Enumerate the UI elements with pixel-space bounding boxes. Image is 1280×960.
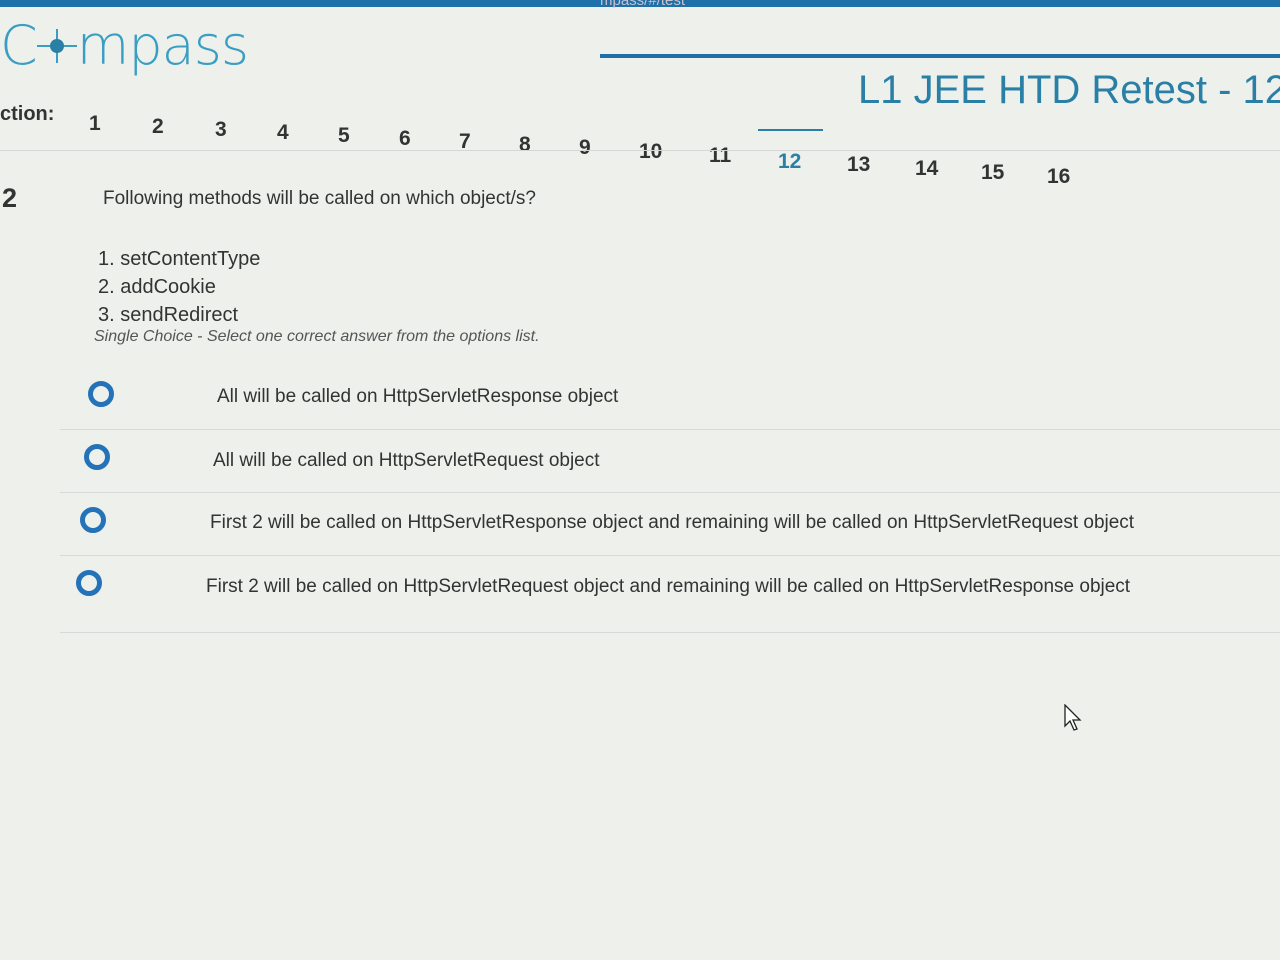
question-link-11[interactable]: 11	[709, 144, 731, 168]
logo-text: mpass	[76, 14, 249, 77]
answer-option-2[interactable]: All will be called on HttpServletRequest…	[0, 430, 1280, 493]
active-question-underline	[758, 129, 823, 131]
radio-button-icon[interactable]	[84, 444, 110, 470]
url-fragment: mpass/#/test	[600, 0, 686, 9]
question-link-9[interactable]: 9	[579, 136, 591, 160]
radio-button-icon[interactable]	[80, 507, 106, 533]
question-number: 2	[2, 183, 18, 213]
question-text: Following methods will be called on whic…	[103, 188, 537, 209]
radio-button-icon[interactable]	[88, 381, 114, 407]
method-item-3: 3. sendRedirect	[98, 304, 239, 326]
answer-option-1[interactable]: All will be called on HttpServletRespons…	[0, 368, 1280, 430]
question-link-12[interactable]: 12	[778, 150, 801, 174]
question-link-4[interactable]: 4	[277, 121, 289, 145]
method-item-1: 1. setContentType	[98, 248, 261, 270]
method-list: 1. setContentType 2. addCookie 3. sendRe…	[98, 245, 260, 329]
question-link-2[interactable]: 2	[152, 115, 164, 139]
question-link-6[interactable]: 6	[399, 127, 411, 151]
question-link-5[interactable]: 5	[338, 124, 350, 148]
question-link-10[interactable]: 10	[639, 140, 662, 164]
answer-instruction: Single Choice - Select one correct answe…	[94, 328, 540, 345]
compass-icon	[36, 28, 77, 63]
question-link-8[interactable]: 8	[519, 133, 531, 157]
method-item-2: 2. addCookie	[98, 276, 216, 298]
answer-option-3[interactable]: First 2 will be called on HttpServletRes…	[0, 493, 1280, 556]
question-link-14[interactable]: 14	[915, 157, 938, 181]
compass-logo: C mpass	[0, 14, 249, 77]
option-label: First 2 will be called on HttpServletRes…	[210, 512, 1135, 533]
question-link-3[interactable]: 3	[215, 118, 227, 142]
question-link-1[interactable]: 1	[89, 112, 101, 136]
radio-button-icon[interactable]	[76, 570, 102, 596]
answer-option-4[interactable]: First 2 will be called on HttpServletReq…	[0, 556, 1280, 633]
title-rule	[600, 54, 1280, 58]
option-label: First 2 will be called on HttpServletReq…	[206, 576, 1131, 597]
option-divider	[60, 632, 1280, 633]
question-navigator: 1 2 3 4 5 6 7 8 9 10 11 12 13 14 15 16	[0, 105, 1280, 188]
question-link-16[interactable]: 16	[1047, 165, 1070, 189]
question-link-13[interactable]: 13	[847, 153, 870, 177]
question-link-15[interactable]: 15	[981, 161, 1004, 185]
option-label: All will be called on HttpServletRequest…	[213, 450, 600, 471]
mouse-pointer-icon	[1064, 704, 1082, 731]
nav-divider	[0, 150, 1280, 151]
logo-prefix: C	[0, 14, 38, 77]
option-label: All will be called on HttpServletRespons…	[217, 386, 619, 407]
